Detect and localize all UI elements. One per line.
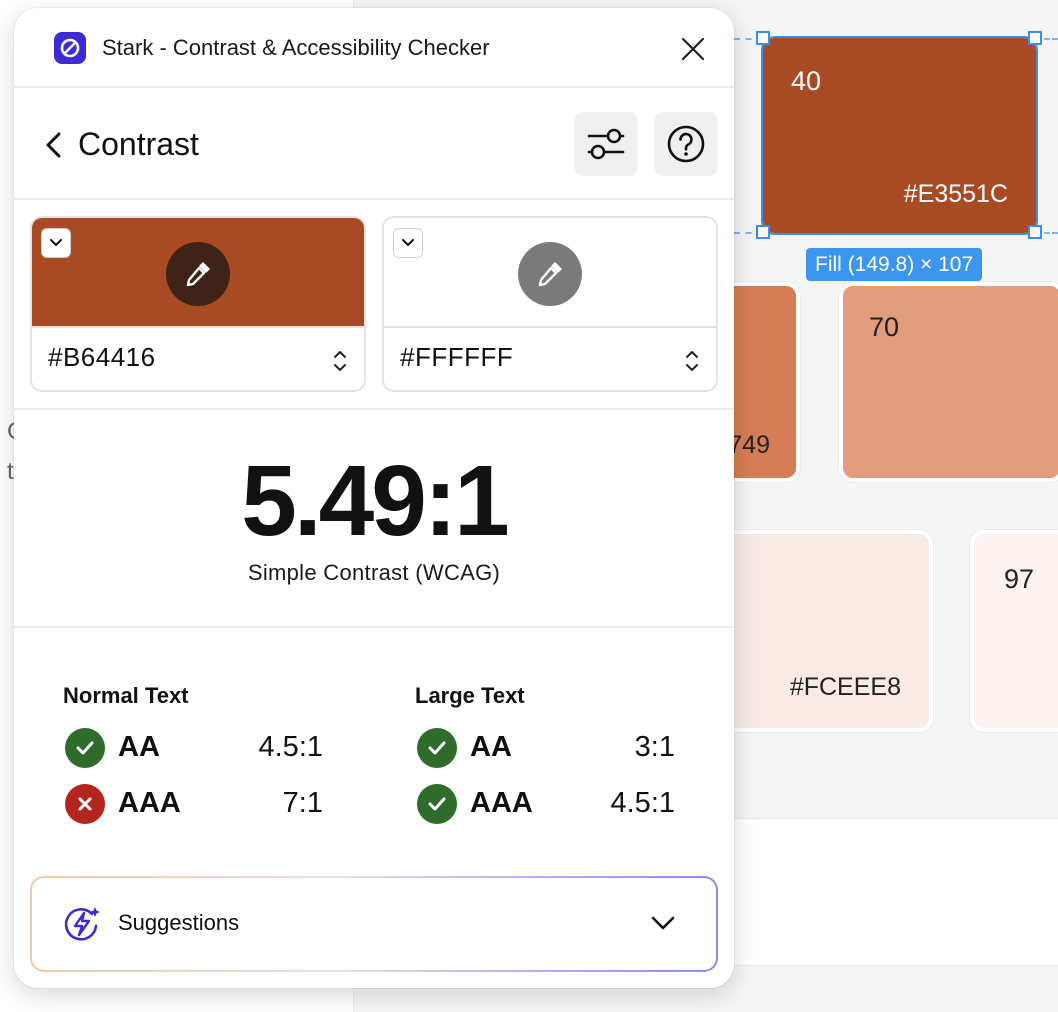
background-eyedropper-button[interactable] xyxy=(518,242,582,306)
swatch-hex-label: 749 xyxy=(728,431,770,459)
background-color-card: #FFFFFF xyxy=(382,216,718,392)
background-options-dropdown[interactable] xyxy=(393,228,423,258)
stark-plugin-panel: Stark - Contrast & Accessibility Checker… xyxy=(14,8,734,988)
background-hex-input[interactable]: #FFFFFF xyxy=(400,342,513,373)
back-chevron-icon[interactable] xyxy=(42,128,66,162)
canvas-text-fragment: t xyxy=(7,458,14,485)
required-ratio: 4.5:1 xyxy=(258,731,324,763)
close-icon[interactable] xyxy=(678,34,708,64)
resize-handle[interactable] xyxy=(1028,225,1042,239)
color-swatch-97[interactable]: 97 xyxy=(970,530,1058,732)
foreground-stepper-icon[interactable] xyxy=(332,348,348,374)
pass-check-icon xyxy=(417,784,457,824)
resize-handle[interactable] xyxy=(756,225,770,239)
resize-handle[interactable] xyxy=(756,31,770,45)
wcag-level: AA xyxy=(118,731,160,763)
wcag-level: AA xyxy=(470,731,512,763)
contrast-method-label: Simple Contrast (WCAG) xyxy=(247,560,501,585)
canvas-white-frame xyxy=(700,818,1058,966)
sliders-icon xyxy=(587,128,625,160)
foreground-hex-input[interactable]: #B64416 xyxy=(48,342,156,373)
swatch-hex-label: #E3551C xyxy=(903,180,1008,208)
page-title: Contrast xyxy=(78,126,199,162)
selected-swatch-40[interactable]: 40 #E3551C xyxy=(761,36,1038,235)
required-ratio: 4.5:1 xyxy=(610,787,676,819)
large-aa-row: AA 3:1 xyxy=(417,728,675,768)
normal-aaa-row: AAA 7:1 xyxy=(65,784,323,824)
chevron-down-icon xyxy=(402,239,414,246)
fail-x-icon xyxy=(65,784,105,824)
swatch-hex-label: #FCEEE8 xyxy=(789,673,901,701)
section-divider xyxy=(14,626,734,628)
normal-aa-row: AA 4.5:1 xyxy=(65,728,323,768)
suggestions-accordion[interactable]: Suggestions xyxy=(30,876,718,972)
plugin-titlebar: Stark - Contrast & Accessibility Checker xyxy=(14,8,734,88)
large-aaa-row: AAA 4.5:1 xyxy=(417,784,675,824)
sparkle-bolt-icon xyxy=(62,904,102,944)
contrast-header: Contrast xyxy=(14,88,734,200)
contrast-ratio: 5.49:1 xyxy=(241,445,510,557)
swatch-step-label: 70 xyxy=(869,312,900,342)
eyedropper-icon xyxy=(538,262,562,287)
selection-size-label: Fill (149.8) × 107 xyxy=(806,248,983,281)
chevron-down-icon xyxy=(50,239,62,246)
suggestions-label: Suggestions xyxy=(118,910,240,935)
chevron-down-icon xyxy=(650,914,676,932)
wcag-level: AAA xyxy=(470,787,533,819)
eyedropper-icon xyxy=(186,262,210,287)
foreground-color-card: #B64416 xyxy=(30,216,366,392)
section-divider xyxy=(14,408,734,410)
wcag-level: AAA xyxy=(118,787,181,819)
resize-handle[interactable] xyxy=(1028,31,1042,45)
pass-check-icon xyxy=(65,728,105,768)
swatch-step-label: 40 xyxy=(791,66,822,96)
foreground-options-dropdown[interactable] xyxy=(41,228,71,258)
swatch-step-label: 97 xyxy=(1004,564,1035,594)
app-title: Stark - Contrast & Accessibility Checker xyxy=(102,35,490,60)
normal-text-heading: Normal Text xyxy=(63,683,189,708)
settings-sliders-button[interactable] xyxy=(574,112,638,176)
large-text-heading: Large Text xyxy=(415,683,525,708)
help-button[interactable] xyxy=(654,112,718,176)
required-ratio: 3:1 xyxy=(634,731,675,763)
stark-logo-icon xyxy=(54,32,86,64)
foreground-eyedropper-button[interactable] xyxy=(166,242,230,306)
pass-check-icon xyxy=(417,728,457,768)
required-ratio: 7:1 xyxy=(282,787,323,819)
help-icon xyxy=(667,125,705,163)
background-stepper-icon[interactable] xyxy=(684,348,700,374)
color-swatch-70[interactable]: 70 xyxy=(839,282,1058,482)
